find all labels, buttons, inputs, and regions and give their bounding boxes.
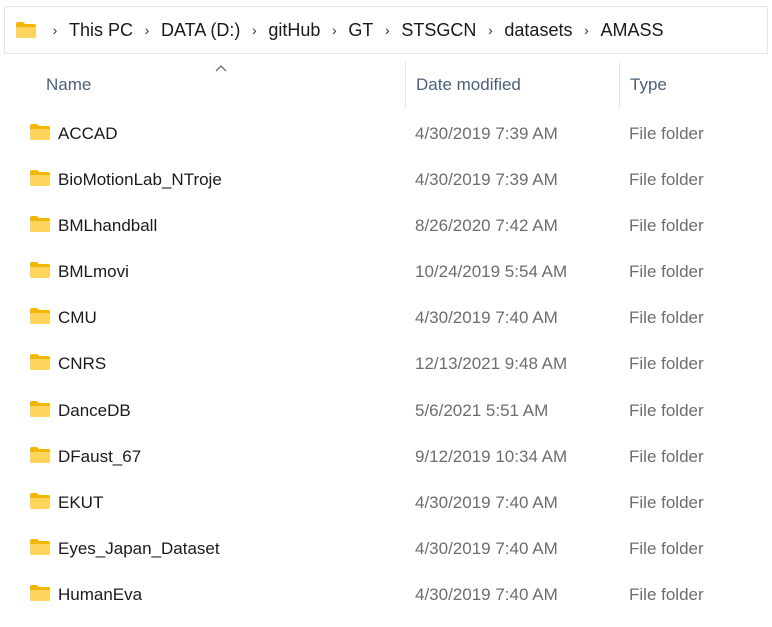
folder-icon <box>30 308 50 325</box>
file-date-modified: 4/30/2019 7:40 AM <box>415 538 558 558</box>
file-explorer-window: › This PC › DATA (D:) › gitHub › GT › ST… <box>0 0 772 627</box>
breadcrumb-amass[interactable]: AMASS <box>598 20 665 41</box>
file-type: File folder <box>629 492 704 512</box>
file-type: File folder <box>629 216 704 236</box>
folder-icon <box>30 216 50 233</box>
file-date-modified: 5/6/2021 5:51 AM <box>415 400 549 420</box>
file-name: BMLhandball <box>58 216 158 236</box>
file-row[interactable]: DanceDB 5/6/2021 5:51 AM File folder <box>0 388 772 434</box>
folder-icon <box>30 538 50 555</box>
file-date-modified: 4/30/2019 7:39 AM <box>415 170 558 190</box>
file-name: CNRS <box>58 354 107 374</box>
column-header-date-modified[interactable]: Date modified <box>405 62 619 108</box>
folder-icon <box>30 492 50 509</box>
file-type: File folder <box>629 400 704 420</box>
file-name: BMLmovi <box>58 262 129 282</box>
breadcrumb-stsgcn[interactable]: STSGCN <box>399 20 478 41</box>
file-row[interactable]: CMU 4/30/2019 7:40 AM File folder <box>0 295 772 341</box>
file-row[interactable]: BMLhandball 8/26/2020 7:42 AM File folder <box>0 203 772 249</box>
file-date-modified: 12/13/2021 9:48 AM <box>415 354 568 374</box>
address-bar[interactable]: › This PC › DATA (D:) › gitHub › GT › ST… <box>4 6 768 54</box>
file-name: Eyes_Japan_Dataset <box>58 538 220 558</box>
file-row[interactable]: BioMotionLab_NTroje 4/30/2019 7:39 AM File… <box>0 157 772 203</box>
file-name: ACCAD <box>58 124 118 143</box>
file-date-modified: 9/12/2019 10:34 AM <box>415 446 568 466</box>
file-name: BioMotionLab_NTroje <box>58 170 222 190</box>
file-type: File folder <box>629 170 704 190</box>
file-name: DanceDB <box>58 400 131 420</box>
file-type: File folder <box>629 354 704 374</box>
breadcrumb-gt[interactable]: GT <box>346 20 375 41</box>
breadcrumb-this-pc[interactable]: This PC <box>67 20 135 41</box>
breadcrumb-data-drive[interactable]: DATA (D:) <box>159 20 242 41</box>
folder-icon <box>30 354 50 371</box>
column-header-type[interactable]: Type <box>619 62 772 108</box>
file-date-modified: 4/30/2019 7:40 AM <box>415 492 558 512</box>
file-row[interactable]: BMLmovi 10/24/2019 5:54 AM File folder <box>0 249 772 295</box>
folder-icon <box>30 262 50 279</box>
file-type: File folder <box>629 446 704 466</box>
chevron-right-icon[interactable]: › <box>135 18 159 42</box>
file-name: DFaust_67 <box>58 446 142 466</box>
file-date-modified: 4/30/2019 7:39 AM <box>415 124 558 143</box>
file-date-modified: 4/30/2019 7:40 AM <box>415 308 558 328</box>
file-row[interactable]: Eyes_Japan_Dataset 4/30/2019 7:40 AM File … <box>0 526 772 572</box>
file-list: ACCAD 4/30/2019 7:39 AM File folder BioMoti… <box>0 111 772 618</box>
chevron-right-icon[interactable]: › <box>478 18 502 42</box>
breadcrumb-datasets[interactable]: datasets <box>502 20 574 41</box>
file-type: File folder <box>629 262 704 282</box>
file-date-modified: 8/26/2020 7:42 AM <box>415 216 558 236</box>
folder-icon <box>30 400 50 417</box>
chevron-right-icon[interactable]: › <box>375 18 399 42</box>
file-name: EKUT <box>58 492 104 512</box>
file-type: File folder <box>629 584 704 604</box>
file-type: File folder <box>629 308 704 328</box>
folder-icon <box>30 584 50 601</box>
file-name: CMU <box>58 308 97 328</box>
file-type: File folder <box>629 538 704 558</box>
folder-icon <box>30 124 50 140</box>
breadcrumb-github[interactable]: gitHub <box>266 20 322 41</box>
chevron-right-icon[interactable]: › <box>43 18 67 42</box>
file-row[interactable]: ACCAD 4/30/2019 7:39 AM File folder <box>0 111 772 157</box>
file-row[interactable]: DFaust_67 9/12/2019 10:34 AM File folder <box>0 434 772 480</box>
file-name: HumanEva <box>58 584 143 604</box>
folder-icon <box>30 170 50 187</box>
file-row[interactable]: HumanEva 4/30/2019 7:40 AM File folder <box>0 572 772 618</box>
file-date-modified: 10/24/2019 5:54 AM <box>415 262 568 282</box>
file-type: File folder <box>629 124 704 143</box>
file-row[interactable]: EKUT 4/30/2019 7:40 AM File folder <box>0 480 772 526</box>
chevron-right-icon[interactable]: › <box>242 18 266 42</box>
chevron-right-icon[interactable]: › <box>574 18 598 42</box>
file-date-modified: 4/30/2019 7:40 AM <box>415 584 558 604</box>
chevron-right-icon[interactable]: › <box>322 18 346 42</box>
folder-icon <box>16 22 36 38</box>
column-header-row: Name Date modified Type <box>0 62 772 108</box>
folder-icon <box>30 446 50 463</box>
file-row[interactable]: CNRS 12/13/2021 9:48 AM File folder <box>0 341 772 387</box>
column-header-name[interactable]: Name <box>46 62 404 108</box>
